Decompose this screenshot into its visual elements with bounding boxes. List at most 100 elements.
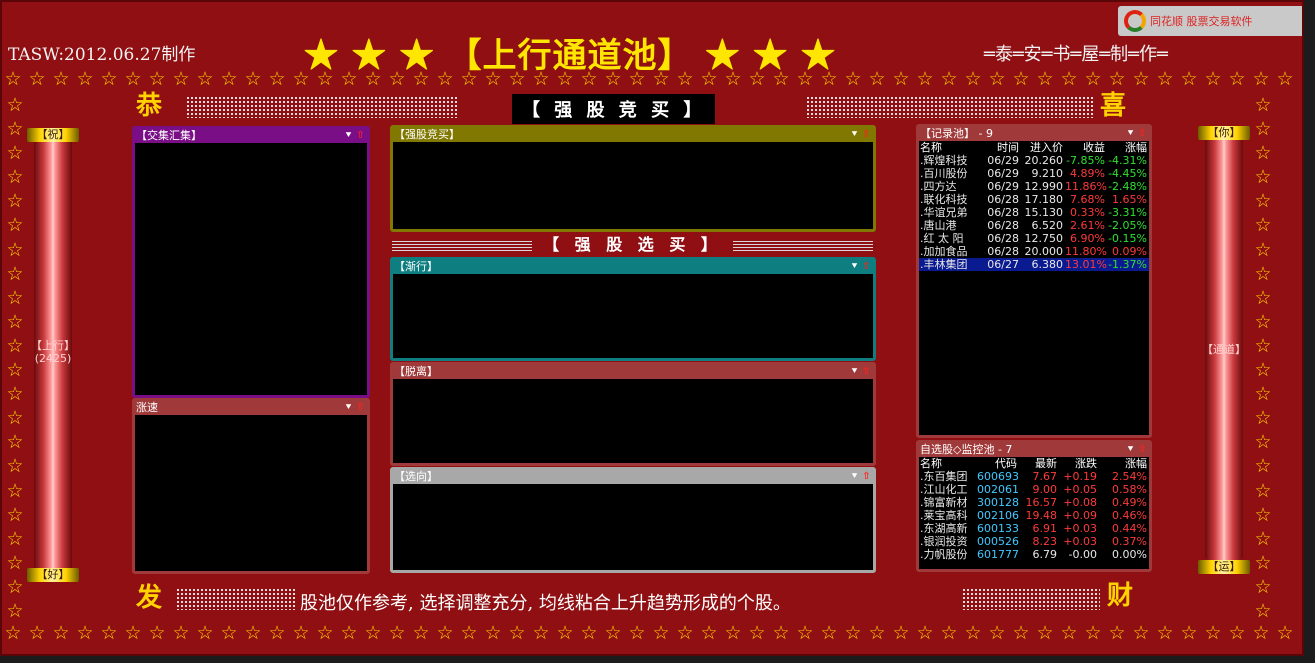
filter-icon[interactable]: ⯆ [343,129,354,143]
star-icon: ☆ [508,624,526,644]
up-arrow-icon[interactable]: ⇧ [861,260,872,274]
star-icon: ☆ [244,70,262,90]
star-icon: ☆ [388,624,406,644]
column-header[interactable]: 名称 [919,141,983,154]
filter-icon[interactable]: ⯆ [1125,127,1136,141]
panel-qianggu[interactable]: 【强股竞买】 ⯆ ⇧ [390,125,876,232]
table-row[interactable]: .联化科技 06/28 17.180 7.68% 1.65% [919,193,1149,206]
table-row[interactable]: .唐山港 06/28 6.520 2.61% -2.05% [919,219,1149,232]
cell-last: 8.23 [1032,535,1058,548]
cell-name: .华谊兄弟 [920,206,968,219]
up-arrow-icon[interactable]: ⇧ [861,470,872,484]
star-icon: ☆ [1156,624,1174,644]
table-row[interactable]: .东百集团 600693 7.67 +0.19 2.54% [919,470,1149,483]
panel-jianxing-header: 【渐行】 ⯆ ⇧ [393,260,873,274]
watch-pool-rows: .东百集团 600693 7.67 +0.19 2.54% .江山化工 002061 9.00… [919,470,1149,561]
cell-name: .莱宝高科 [920,509,968,522]
star-icon: ☆ [676,624,694,644]
table-row[interactable]: .东湖高新 600133 6.91 +0.03 0.44% [919,522,1149,535]
cell-time: 06/29 [987,180,1019,193]
table-row[interactable]: .力帆股份 601777 6.79 -0.00 0.00% [919,548,1149,561]
table-row[interactable]: .华谊兄弟 06/28 15.130 0.33% -3.31% [919,206,1149,219]
table-row[interactable]: .红 太 阳 06/28 12.750 6.90% -0.15% [919,232,1149,245]
panel-jianxing[interactable]: 【渐行】 ⯆ ⇧ [390,257,876,361]
star-icon: ☆ [196,70,214,90]
star-icon: ☆ [532,624,550,644]
star-icon: ☆ [1254,527,1272,550]
cell-delta: -0.00 [1068,548,1097,561]
table-row[interactable]: .四方达 06/29 12.990 11.86% -2.48% [919,180,1149,193]
up-arrow-icon[interactable]: ⇧ [1137,127,1148,141]
panel-record-pool[interactable]: 【记录池】 - 9 ⯆ ⇧ 名称 时间 进入价 收益 涨幅 .辉煌科技 06/29 20.2… [916,124,1152,438]
star-icon: ☆ [748,70,766,90]
star-icon: ☆ [820,624,838,644]
star-icon: ☆ [412,70,430,90]
panel-watch-pool[interactable]: 自选股◇监控池 - 7 ⯆ ⇧ 名称 代码 最新 涨跌 涨幅 .东百集团 600693 7.… [916,440,1152,572]
star-icon: ☆ [700,70,718,90]
strong-stock-badge: 【 强 股 竞 买 】 [512,94,716,124]
column-header[interactable]: 收益 [1065,141,1107,154]
cell-change: 0.37% [1112,535,1147,548]
author-stamp: TASW:2012.06.27制作 [8,45,196,65]
table-row[interactable]: .锦富新材 300128 16.57 +0.08 0.49% [919,496,1149,509]
filter-icon[interactable]: ⯆ [849,128,860,142]
column-header[interactable]: 涨幅 [1099,457,1149,470]
panel-xuanxiang-header: 【选向】 ⯆ ⇧ [393,470,873,484]
column-header[interactable]: 最新 [1019,457,1059,470]
table-row[interactable]: .江山化工 002061 9.00 +0.05 0.58% [919,483,1149,496]
star-icon: ☆ [1254,238,1272,261]
filter-icon[interactable]: ⯆ [849,365,860,379]
cell-name: .力帆股份 [920,548,968,561]
up-arrow-icon[interactable]: ⇧ [355,129,366,143]
cell-change: 1.65% [1112,193,1147,206]
star-icon: ☆ [1180,624,1198,644]
column-header[interactable]: 涨幅 [1107,141,1149,154]
star-icon: ☆ [1254,262,1272,285]
star-icon: ☆ [6,238,24,261]
watch-pool-table: 名称 代码 最新 涨跌 涨幅 .东百集团 600693 7.67 +0.19 2.54% .江山化… [919,457,1149,561]
cell-change: -1.37% [1107,258,1149,271]
record-pool-header-row: 名称 时间 进入价 收益 涨幅 [919,141,1149,154]
star-icon: ☆ [1254,118,1272,141]
column-header[interactable]: 代码 [977,457,1019,470]
star-icon: ☆ [964,624,982,644]
up-arrow-icon[interactable]: ⇧ [861,128,872,142]
panel-zhangsu-header: 涨速 ⯆ ⇧ [135,401,367,415]
record-pool-title: 【记录池】 - 9 [920,127,993,140]
star-icon: ☆ [460,70,478,90]
star-icon: ☆ [6,455,24,478]
column-header[interactable]: 时间 [983,141,1021,154]
table-row[interactable]: .银润投资 000526 8.23 +0.03 0.37% [919,535,1149,548]
up-arrow-icon[interactable]: ⇧ [1137,443,1148,457]
up-arrow-icon[interactable]: ⇧ [355,401,366,415]
column-header[interactable]: 名称 [919,457,977,470]
table-row[interactable]: .莱宝高科 002106 19.48 +0.09 0.46% [919,509,1149,522]
right-pillar-label: 【通道】 [1202,343,1246,356]
filter-icon[interactable]: ⯆ [343,401,354,415]
filter-icon[interactable]: ⯆ [1125,443,1136,457]
star-icon: ☆ [1254,166,1272,189]
panel-zhangsu[interactable]: 涨速 ⯆ ⇧ [132,398,370,574]
column-header[interactable]: 进入价 [1021,141,1065,154]
filter-icon[interactable]: ⯆ [849,470,860,484]
cell-gain: 2.61% [1070,219,1105,232]
cell-change: 0.09% [1112,245,1147,258]
up-arrow-icon[interactable]: ⇧ [861,365,872,379]
cell-delta: +0.08 [1063,496,1097,509]
table-row[interactable]: .辉煌科技 06/29 20.260 -7.85% -4.31% [919,154,1149,167]
panel-jiaoji[interactable]: 【交集汇集】 ⯆ ⇧ [132,126,370,398]
cell-name: .四方达 [920,180,957,193]
filter-icon[interactable]: ⯆ [849,260,860,274]
star-icon: ☆ [1180,70,1198,90]
panel-tuoli[interactable]: 【脱离】 ⯆ ⇧ [390,362,876,466]
table-row[interactable]: .丰林集团 06/27 6.380 13.01% -1.37% [919,258,1149,271]
star-icon: ☆ [916,624,934,644]
table-row[interactable]: .加加食品 06/28 20.000 11.80% 0.09% [919,245,1149,258]
cell-code: 600133 [977,522,1019,535]
star-icon: ☆ [1012,624,1030,644]
cell-delta: +0.05 [1063,483,1097,496]
table-row[interactable]: .百川股份 06/29 9.210 4.89% -4.45% [919,167,1149,180]
star-icon: ☆ [796,70,814,90]
column-header[interactable]: 涨跌 [1059,457,1099,470]
panel-xuanxiang[interactable]: 【选向】 ⯆ ⇧ [390,467,876,573]
